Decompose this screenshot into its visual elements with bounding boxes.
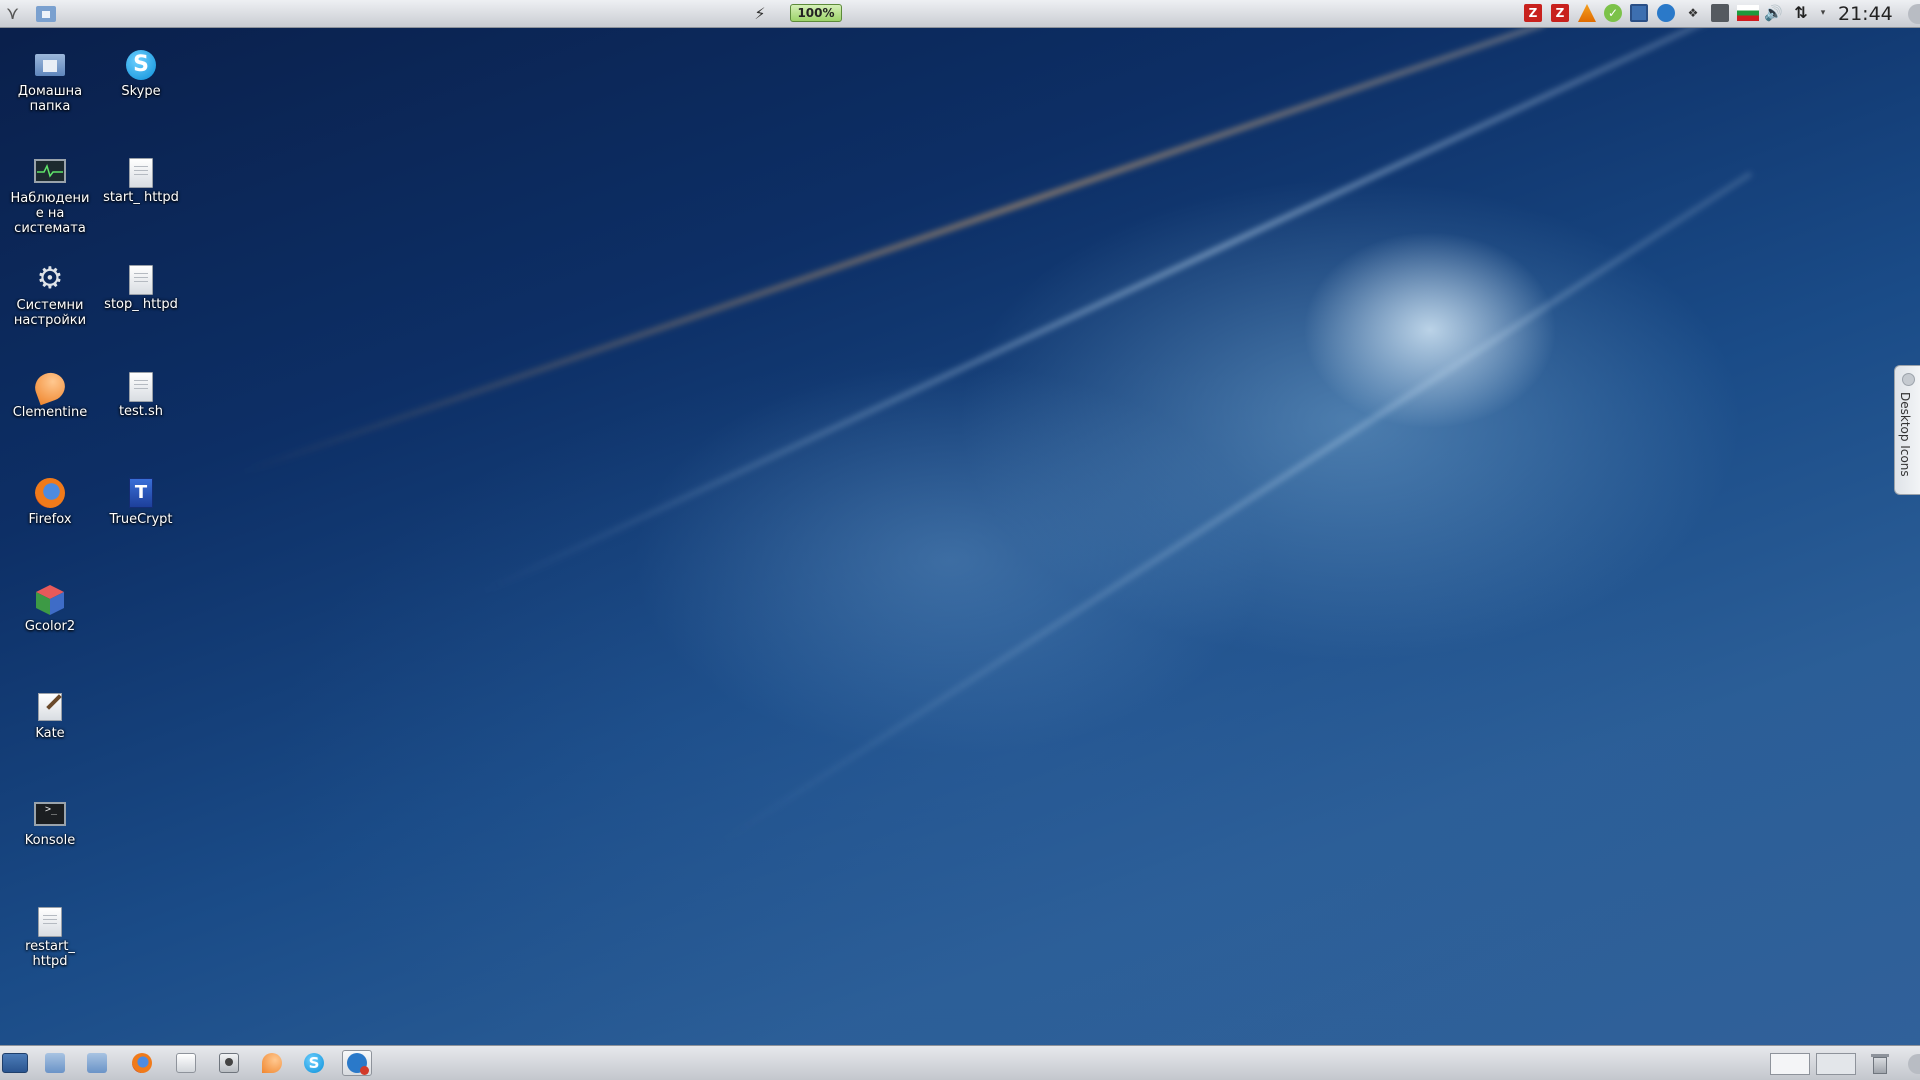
desktop-icon-gcolor2[interactable]: Gcolor2 (5, 583, 95, 634)
file-manager-button[interactable] (40, 1050, 70, 1076)
desktop-icon-test-sh[interactable]: test.sh (96, 369, 186, 419)
text-editor-icon (33, 690, 67, 724)
desktop-icon-truecrypt[interactable]: T TrueCrypt (96, 476, 186, 527)
update-icon[interactable]: ✓ (1604, 4, 1622, 22)
network-icon[interactable]: ⇅ (1792, 4, 1810, 22)
cube-icon (33, 583, 67, 617)
show-desktop-icon (2, 1053, 28, 1073)
file-manager-button[interactable] (82, 1050, 112, 1076)
light-streak (718, 170, 1754, 846)
light-streak (478, 15, 1714, 596)
screenshot-icon (219, 1053, 239, 1073)
show-desktop-button[interactable] (0, 1050, 30, 1076)
desktop-icon-clementine[interactable]: Clementine (5, 368, 95, 420)
file-manager-icon (87, 1053, 107, 1073)
power-plug-icon[interactable]: ⚡ (752, 3, 768, 25)
desktop-icon-label: start_ httpd (103, 190, 179, 205)
taskbar: S (0, 1045, 1920, 1080)
clipboard-window-icon[interactable] (1630, 4, 1648, 22)
widget-handle-icon[interactable] (1902, 373, 1915, 386)
desktop-icon-stop-httpd[interactable]: stop_ httpd (96, 262, 186, 312)
vlc-icon[interactable] (1578, 4, 1596, 22)
desktop-icon-kate[interactable]: Kate (5, 690, 95, 741)
desktop-icon-label: Системни настройки (13, 298, 87, 328)
document-icon (129, 158, 153, 188)
firefox-taskbar-button[interactable] (127, 1050, 157, 1076)
screenshot-taskbar-button[interactable] (214, 1050, 244, 1076)
tray-expand-icon[interactable]: ▾ (1818, 4, 1828, 22)
desktop-icon-label: stop_ httpd (104, 297, 178, 312)
volume-icon[interactable]: 🔊 (1764, 4, 1783, 22)
clementine-taskbar-button[interactable] (257, 1050, 287, 1076)
light-streak (239, 20, 1546, 476)
terminal-icon: >_ (33, 797, 67, 831)
panel-toolbox[interactable] (1908, 4, 1920, 24)
desktop-icon-system-monitor[interactable]: Наблюдение на системата (5, 155, 95, 236)
virtual-desktop-pager[interactable] (1770, 1053, 1856, 1075)
desktop-icon-konsole[interactable]: >_ Konsole (5, 797, 95, 848)
desktop-icon-start-httpd[interactable]: start_ httpd (96, 155, 186, 205)
document-icon (129, 265, 153, 295)
dropbox-icon[interactable]: ❖ (1684, 4, 1702, 22)
skype-icon: S (304, 1053, 324, 1073)
desktop-icon-label: test.sh (118, 404, 164, 419)
desktop-icons-widget-tab[interactable]: Desktop Icons (1894, 365, 1920, 495)
file-manager-icon (45, 1053, 65, 1073)
desktop-background: ⋎ ⚡ 100% Z Z ✓ ❖ 🔊 ⇅ ▾ 21:44 Домашна пап… (0, 0, 1920, 1080)
desktop-icon-label: Наблюдение на системата (10, 191, 90, 236)
desktop-icon-label: Домашна папка (17, 84, 83, 114)
desktop-icon-label: Skype (121, 84, 161, 99)
desktop-icon-label: Kate (35, 726, 65, 741)
battery-indicator[interactable]: 100% (790, 4, 842, 22)
clock[interactable]: 21:44 (1838, 2, 1893, 25)
top-panel: ⋎ ⚡ 100% Z Z ✓ ❖ 🔊 ⇅ ▾ 21:44 (0, 0, 1920, 28)
clementine-icon (31, 368, 69, 406)
desktop-icon-label: Konsole (24, 833, 76, 848)
firefox-icon (33, 476, 67, 510)
skype-icon: S (124, 48, 158, 82)
klipper-icon[interactable] (1711, 4, 1729, 22)
desktop-icon-system-settings[interactable]: ⚙ Системни настройки (5, 261, 95, 329)
document-icon (129, 372, 153, 402)
truecrypt-icon: T (124, 476, 158, 510)
desktop-icon-firefox[interactable]: Firefox (5, 476, 95, 527)
firefox-icon (132, 1053, 152, 1073)
desktop-icon-label: Clementine (12, 405, 88, 420)
desktop-icon-skype[interactable]: S Skype (96, 48, 186, 99)
pager-desktop-2[interactable] (1816, 1053, 1856, 1075)
network-tool-taskbar-button[interactable] (342, 1050, 372, 1076)
places-icon[interactable] (36, 6, 56, 22)
clementine-icon (262, 1053, 282, 1073)
network-tool-icon (347, 1053, 369, 1075)
desktop-icons-widget-label: Desktop Icons (1898, 392, 1912, 477)
desktop-icon-restart-httpd[interactable]: restart_ httpd (5, 904, 95, 969)
desktop-icon-label: Firefox (28, 512, 72, 527)
filezilla-icon[interactable]: Z (1551, 4, 1569, 22)
system-monitor-icon (33, 155, 67, 189)
skype-taskbar-button[interactable]: S (299, 1050, 329, 1076)
filezilla-icon[interactable]: Z (1524, 4, 1542, 22)
kate-icon (176, 1053, 196, 1073)
bulgarian-flag-icon[interactable] (1737, 5, 1759, 21)
desktop-icon-label: restart_ httpd (25, 939, 75, 969)
home-folder-icon (33, 48, 67, 82)
kate-taskbar-button[interactable] (171, 1050, 201, 1076)
trash-icon[interactable] (1870, 1053, 1890, 1075)
network-share-icon[interactable] (1657, 4, 1675, 22)
taskbar-toolbox[interactable] (1908, 1054, 1920, 1074)
desktop-icon-label: TrueCrypt (109, 512, 173, 527)
desktop-icon-home-folder[interactable]: Домашна папка (5, 48, 95, 114)
application-launcher-icon[interactable]: ⋎ (6, 3, 22, 25)
pager-desktop-1[interactable] (1770, 1053, 1810, 1075)
document-icon (38, 907, 62, 937)
gear-icon: ⚙ (36, 261, 64, 296)
desktop-icon-label: Gcolor2 (24, 619, 76, 634)
